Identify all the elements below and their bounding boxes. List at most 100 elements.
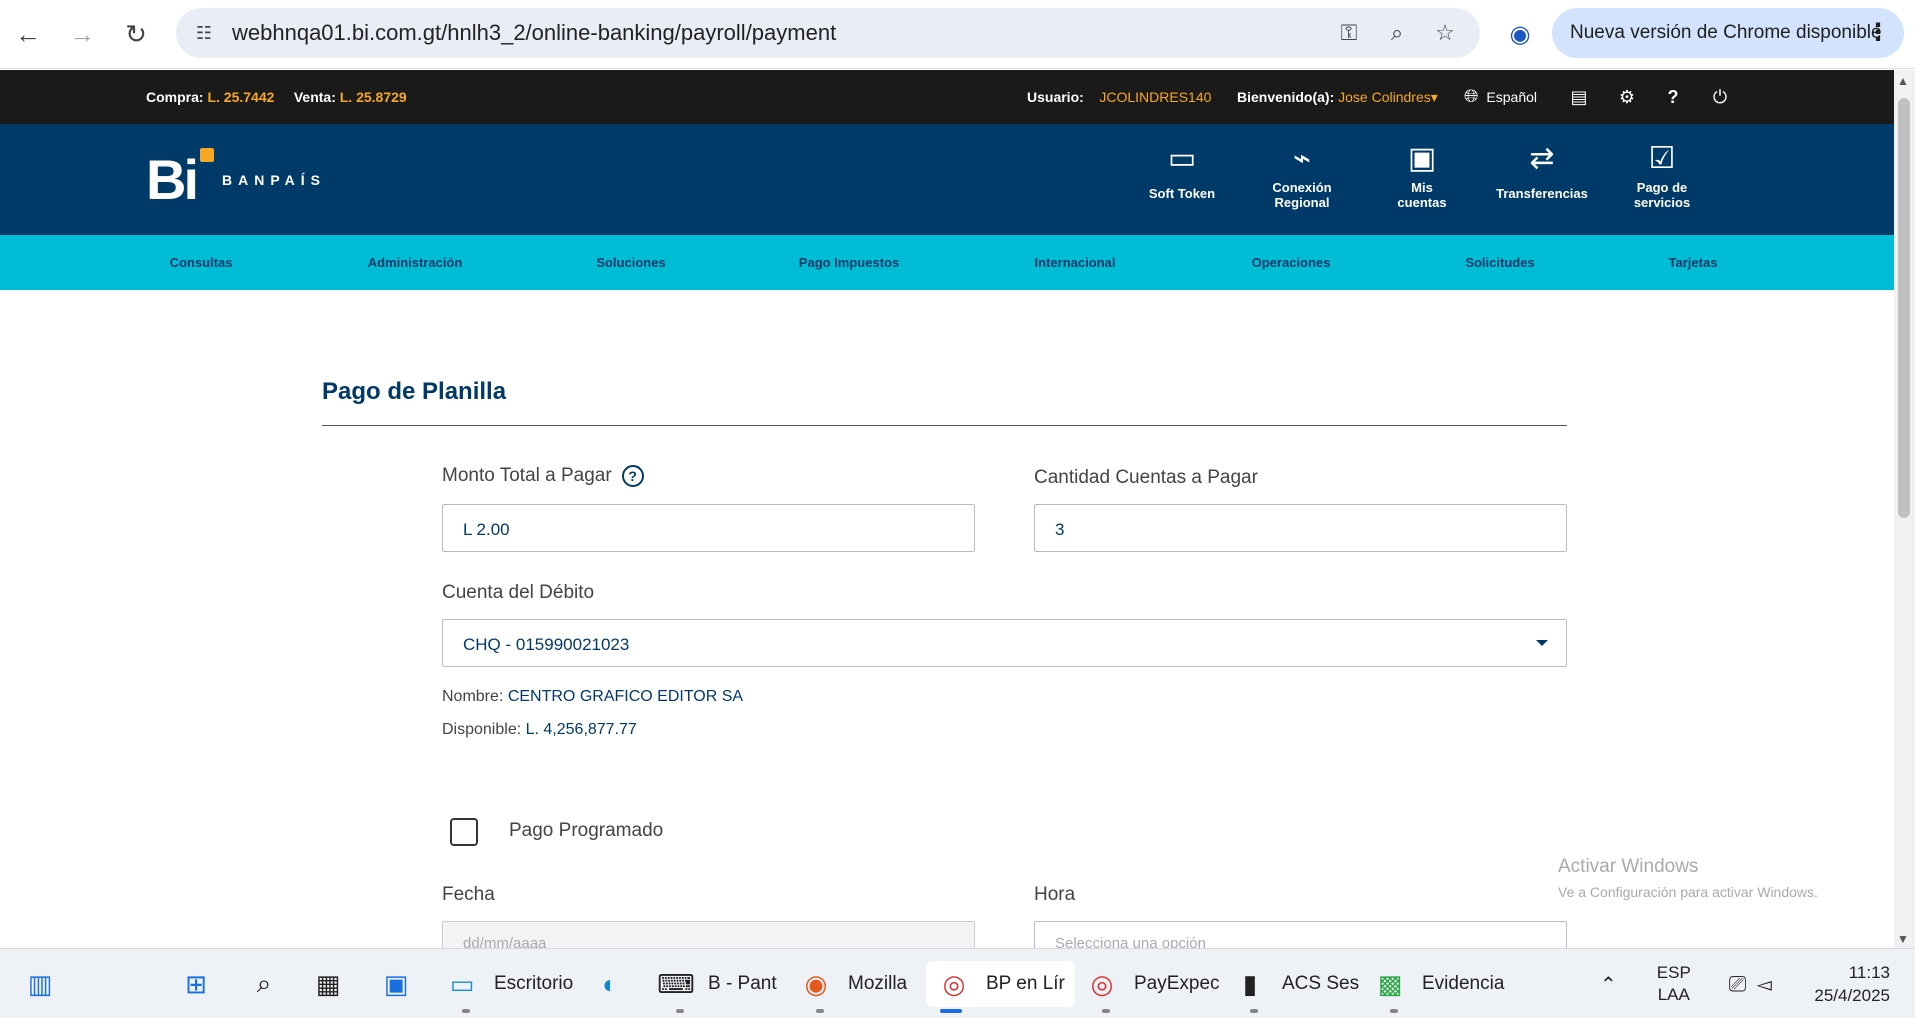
profile-icon[interactable]: ◉ — [1502, 16, 1538, 52]
scroll-down-icon[interactable]: ▼ — [1897, 932, 1909, 946]
forward-arrow-icon[interactable]: → — [64, 16, 100, 52]
menu-mis-cuentas[interactable]: ▣ Mis cuentas — [1367, 138, 1477, 210]
monto-label: Monto Total a Pagar — [442, 465, 612, 487]
volume-muted-icon[interactable]: ◅ — [1756, 972, 1771, 997]
disponible-label: Disponible: — [442, 721, 522, 738]
menu-conexion-label-2: Regional — [1274, 195, 1330, 210]
reload-icon[interactable]: ↻ — [118, 16, 154, 52]
network-status-icon[interactable]: ⎚ — [1729, 971, 1747, 997]
nav-tarjetas[interactable]: Tarjetas — [1669, 255, 1718, 270]
running-indicator — [1250, 1009, 1258, 1013]
disponible-value: L. 4,256,877.77 — [525, 721, 637, 738]
pago-programado-checkbox[interactable] — [450, 818, 478, 846]
logo-text: Bi — [146, 148, 199, 211]
power-icon[interactable]: ⏻ — [1707, 84, 1733, 110]
input-language[interactable]: ESP LAA — [1657, 962, 1691, 1006]
monto-label-row: Monto Total a Pagar? — [442, 465, 644, 487]
running-indicator — [1102, 1009, 1110, 1013]
scroll-thumb[interactable] — [1898, 98, 1910, 518]
page-scrollbar[interactable]: ▲ ▼ — [1894, 70, 1915, 948]
fecha-input[interactable]: dd/mm/aaaa — [442, 921, 975, 950]
system-tray: ⌃ ESP LAA ⎚ ◅ — [1600, 961, 1772, 1007]
site-topbar: Compra: L. 25.7442 Venta: L. 25.8729 Usu… — [0, 70, 1894, 124]
clock-time: 11:13 — [1848, 963, 1890, 982]
menu-transferencias[interactable]: ⇄ Transferencias — [1487, 138, 1597, 201]
cantidad-field[interactable]: 3 — [1034, 504, 1567, 552]
key-icon[interactable]: ⚿ — [1334, 18, 1364, 48]
url-text[interactable]: webhnqa01.bi.com.gt/hnlh3_2/online-banki… — [232, 20, 836, 46]
nav-administracion[interactable]: Administración — [368, 255, 463, 270]
taskbar-app-pant[interactable]: ⌨ B - Pant — [657, 961, 777, 1013]
taskbar-app-escritorio[interactable]: ▭ Escritorio — [444, 961, 574, 1013]
menu-pago-servicios[interactable]: ☑ Pago de servicios — [1607, 138, 1717, 210]
banpais-logo[interactable]: Bi BANPAÍS — [146, 148, 326, 208]
menu-conexion-regional[interactable]: ⌁ Conexión Regional — [1247, 138, 1357, 210]
scroll-up-icon[interactable]: ▲ — [1897, 74, 1909, 88]
menu-servicios-label-2: servicios — [1633, 195, 1691, 210]
firefox-icon: ◉ — [804, 968, 828, 999]
globe-icon: 🌐︎ — [1464, 86, 1479, 106]
taskbar-app-bp-chrome[interactable]: ◎ BP en Lír — [926, 961, 1075, 1013]
chevron-down-icon — [1536, 640, 1548, 646]
exchange-rates: Compra: L. 25.7442 Venta: L. 25.8729 — [146, 89, 407, 105]
transfer-icon: ⇄ — [1529, 142, 1555, 175]
cuenta-selected-value: CHQ - 015990021023 — [463, 635, 630, 654]
sheets-icon: ▩ — [1377, 968, 1403, 999]
browser-toolbar: ← → ↻ ☷ webhnqa01.bi.com.gt/hnlh3_2/onli… — [0, 0, 1915, 69]
back-arrow-icon[interactable]: ← — [10, 16, 46, 52]
nav-soluciones[interactable]: Soluciones — [596, 255, 665, 270]
nav-solicitudes[interactable]: Solicitudes — [1465, 255, 1534, 270]
help-circle-icon[interactable]: ? — [621, 465, 644, 487]
monto-field[interactable]: L 2.00 — [442, 504, 975, 552]
hora-select[interactable]: Selecciona una opción — [1034, 921, 1567, 950]
app-label: Escritorio — [494, 973, 574, 994]
search-button[interactable]: ⌕ — [246, 961, 282, 1007]
fecha-label: Fecha — [442, 884, 495, 905]
watermark-subtitle: Ve a Configuración para activar Windows. — [1558, 884, 1818, 900]
usuario-label: Usuario: — [1027, 89, 1084, 105]
kebab-menu-icon[interactable]: ⋮ — [1866, 18, 1890, 47]
compra-label: Compra: — [146, 89, 204, 105]
nav-pago-impuestos[interactable]: Pago Impuestos — [799, 255, 899, 270]
nav-consultas[interactable]: Consultas — [170, 255, 233, 270]
regional-icon: ⌁ — [1292, 142, 1312, 175]
taskbar-app-mozilla[interactable]: ◉ Mozilla — [798, 961, 907, 1013]
taskbar-app-evidencia[interactable]: ▩ Evidencia — [1372, 961, 1504, 1013]
site-settings-icon[interactable]: ☷ — [190, 19, 218, 47]
compra-value: L. 25.7442 — [207, 89, 275, 105]
taskbar-app-payexpec[interactable]: ◎ PayExpec — [1084, 961, 1220, 1013]
task-view-button[interactable]: ▦ — [310, 961, 346, 1007]
chevron-up-icon[interactable]: ⌃ — [1600, 972, 1617, 997]
nav-operaciones[interactable]: Operaciones — [1252, 255, 1331, 270]
windows-watermark: Activar Windows Ve a Configuración para … — [1558, 856, 1818, 900]
address-bar[interactable]: ☷ webhnqa01.bi.com.gt/hnlh3_2/online-ban… — [176, 8, 1480, 58]
brand-name: BANPAÍS — [222, 172, 326, 188]
chrome-icon: ◎ — [1090, 968, 1114, 999]
widgets-button[interactable]: ▥ — [22, 961, 58, 1007]
bienvenido-value: Jose Colindres — [1338, 89, 1431, 105]
windows-logo-icon: ⊞ — [185, 968, 207, 999]
search-icon: ⌕ — [256, 968, 272, 998]
language-selector[interactable]: 🌐︎ Español — [1464, 86, 1537, 107]
app-label: B - Pant — [708, 973, 777, 994]
chrome-update-button[interactable]: Nueva versión de Chrome disponible ⋮ — [1552, 8, 1904, 58]
menu-servicios-label-1: Pago de — [1636, 180, 1688, 195]
start-button[interactable]: ⊞ — [178, 961, 214, 1007]
user-settings-icon[interactable]: ⚙ — [1614, 84, 1640, 110]
disponible-info: Disponible: L. 4,256,877.77 — [442, 721, 637, 739]
welcome-dropdown[interactable]: Bienvenido(a): Jose Colindres▾ — [1237, 89, 1438, 106]
bookmark-star-icon[interactable]: ☆ — [1430, 18, 1460, 48]
running-indicator — [1390, 1009, 1398, 1013]
help-icon[interactable]: ? — [1660, 84, 1686, 110]
zoom-icon[interactable]: ⌕ — [1382, 18, 1412, 48]
taskbar-app-edge[interactable]: ◐ — [592, 961, 628, 1007]
venta-value: L. 25.8729 — [339, 89, 407, 105]
taskbar-app-acs[interactable]: ▮ ACS Ses — [1232, 961, 1359, 1013]
system-clock[interactable]: 11:13 25/4/2025 — [1800, 961, 1890, 1007]
menu-soft-token[interactable]: ▭ Soft Token — [1127, 138, 1237, 201]
nav-internacional[interactable]: Internacional — [1035, 255, 1116, 270]
store-button[interactable]: ▣ — [378, 961, 414, 1007]
running-indicator — [940, 1009, 962, 1013]
messages-icon[interactable]: ▤ — [1566, 84, 1592, 110]
cuenta-select[interactable]: CHQ - 015990021023 — [442, 619, 1567, 667]
